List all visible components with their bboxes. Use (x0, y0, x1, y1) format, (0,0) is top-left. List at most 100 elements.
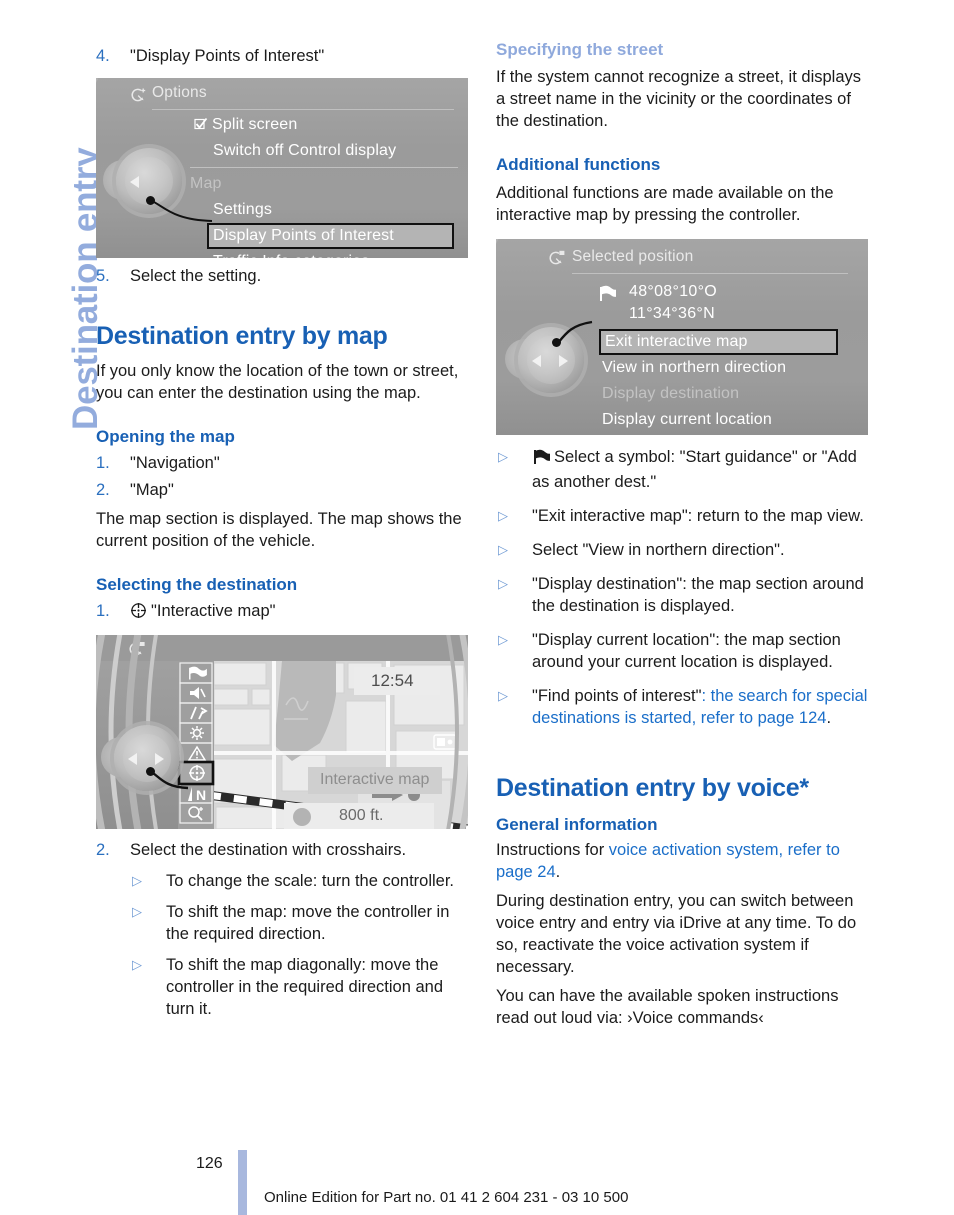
idrive-options-screenshot: Options Split screen Switch off Control … (96, 77, 468, 258)
footer-edition-note: Online Edition for Part no. 01 41 2 604 … (264, 1189, 629, 1206)
list-item: ▷ To shift the map diagonally: move the … (130, 955, 468, 1021)
bullet-list-additional-functions: ▷ Select a symbol: "Start guidance" or "… (496, 447, 868, 729)
menu-item-label: Split screen (212, 115, 298, 133)
general-information-paragraph-3: You can have the available spoken instru… (496, 986, 839, 1027)
triangle-bullet-icon: ▷ (132, 903, 142, 919)
flag-waypoint-icon (532, 449, 553, 472)
menu-item-settings[interactable]: Settings (194, 197, 458, 223)
step-text: "Navigation" (130, 453, 220, 472)
knob-left-arrow-icon (128, 752, 137, 765)
triangle-bullet-icon: ▷ (498, 542, 508, 558)
idrive-controller-knob[interactable] (103, 146, 182, 220)
map-controller-knob[interactable] (101, 723, 180, 797)
idrive-menu: Exit interactive map View in northern di… (599, 329, 852, 435)
list-item: 1. "Navigation" (96, 453, 468, 475)
list-item: 5. Select the setting. (96, 266, 468, 288)
paragraph-tail-text: . (555, 862, 561, 881)
section-heading-specifying-the-street: Specifying the street (496, 40, 664, 59)
triangle-bullet-icon: ▷ (498, 576, 508, 592)
paragraph-plain-text: Instructions for (496, 840, 609, 859)
triangle-bullet-icon: ▷ (498, 632, 508, 648)
step-list-opening-the-map: 1. "Navigation" 2. "Map" (96, 453, 468, 502)
chapter-tab: Destination entry (0, 0, 105, 470)
menu-item-display-current-location[interactable]: Display current location (602, 407, 852, 433)
knob-left-arrow-icon (532, 355, 541, 368)
list-item: ▷ "Display destination": the map section… (496, 574, 868, 618)
step-number: 5. (96, 266, 110, 285)
bullet-text: To change the scale: turn the controller… (166, 871, 455, 890)
page-title-destination-entry-by-map: Destination entry by map (96, 321, 388, 350)
list-item: ▷ "Display current location": the map se… (496, 630, 868, 674)
menu-item-exit-interactive-map[interactable]: Exit interactive map (599, 329, 838, 356)
menu-item-display-points-of-interest[interactable]: Display Points of Interest (207, 222, 454, 249)
bullet-list-map-controls: ▷ To change the scale: turn the controll… (130, 871, 468, 1021)
section-heading-additional-functions: Additional functions (496, 155, 661, 175)
step-list-options: 4. "Display Points of Interest" (96, 46, 468, 68)
knob-right-arrow-icon (559, 355, 568, 368)
menu-divider (190, 166, 458, 168)
page-title-destination-entry-by-voice: Destination entry by voice* (496, 773, 809, 802)
map-clock: 12:54 (371, 670, 414, 690)
list-item: 2. "Map" (96, 480, 468, 502)
callout-dot (146, 195, 155, 205)
step-text: "Interactive map" (151, 602, 276, 621)
checkbox-checked-icon[interactable] (194, 114, 208, 140)
triangle-bullet-icon: ▷ (498, 508, 508, 524)
menu-item-view-in-northern-direction[interactable]: View in northern direction (602, 355, 852, 381)
section-heading-selecting-the-destination: Selecting the destination (96, 574, 298, 594)
intro-paragraph: If you only know the location of the tow… (96, 361, 459, 402)
step-number: 1. (96, 602, 110, 621)
flag-waypoint-icon (598, 285, 619, 302)
menu-item-find-points-of-interest[interactable]: Find points of interest (602, 433, 852, 435)
section-heading-opening-the-map: Opening the map (96, 426, 235, 446)
bullet-text: "Display destination": the map section a… (532, 575, 864, 616)
list-item: 4. "Display Points of Interest" (96, 46, 468, 68)
bullet-text: "Display current location": the map sect… (532, 631, 841, 672)
step-number: 1. (96, 453, 110, 472)
menu-item-traffic-info-categories[interactable]: Traffic Info categories (194, 249, 458, 258)
bullet-text: To shift the map: move the controller in… (166, 902, 450, 943)
menu-group-map: Map (190, 174, 222, 192)
step-text: "Map" (130, 480, 174, 499)
menu-item-switch-off-control-display[interactable]: Switch off Control display (194, 138, 458, 164)
list-item: ▷ Select a symbol: "Start guidance" or "… (496, 447, 868, 494)
step-number: 4. (96, 47, 110, 65)
crosshair-icon (130, 602, 147, 626)
additional-functions-body: Additional functions are made available … (496, 183, 834, 224)
step-list-setting: 5. Select the setting. (96, 266, 468, 288)
bullet-text: To shift the map diagonally: move the co… (166, 955, 443, 1018)
map-scale-label: 800 ft. (339, 806, 384, 824)
map-tooltip-interactive-map: Interactive map (320, 770, 430, 788)
list-item: ▷ "Find points of interest": the search … (496, 686, 868, 730)
idrive-title: Options (152, 83, 207, 101)
list-item: 1. "Interactive map" (96, 601, 468, 626)
step-number: 2. (96, 840, 110, 859)
menu-item-split-screen[interactable]: Split screen (194, 112, 458, 138)
section-heading-general-information: General information (496, 814, 658, 834)
bullet-text: Select "View in northern direction". (532, 541, 785, 560)
bullet-text-plain: "Find points of interest" (532, 686, 702, 705)
idrive-controller-knob[interactable] (505, 325, 584, 399)
list-item: ▷ To shift the map: move the controller … (130, 902, 468, 946)
list-item: 2. Select the destination with crosshair… (96, 840, 468, 862)
step-list-select-destination: 2. Select the destination with crosshair… (96, 840, 468, 862)
idrive-menu: Split screen Switch off Control display … (190, 112, 458, 258)
interactive-map-screenshot: N 12:54 Interactive map 800 ft. (96, 634, 468, 829)
left-column: 4. "Display Points of Interest" Options (96, 40, 468, 1021)
coordinate-line-1: 48°08°10°O (629, 283, 718, 301)
step-text: Select the setting. (130, 266, 262, 285)
footer-accent-bar (238, 1150, 247, 1215)
idrive-selected-position-screenshot: Selected position 48°08°10°O 11°34°36°N … (496, 239, 868, 436)
triangle-bullet-icon: ▷ (498, 687, 508, 703)
idrive-map-icon (548, 250, 565, 266)
step-text: "Display Points of Interest" (130, 47, 325, 65)
coordinate-line-2: 11°34°36°N (629, 305, 715, 323)
triangle-bullet-icon: ▷ (132, 956, 142, 972)
general-information-paragraph-2: During destination entry, you can switch… (496, 891, 857, 976)
page-number: 126 (196, 1155, 223, 1172)
opening-the-map-note: The map section is displayed. The map sh… (96, 509, 462, 550)
step-text: Select the destination with crosshairs. (130, 840, 407, 859)
menu-item-display-destination: Display destination (602, 385, 740, 403)
specifying-the-street-body: If the system cannot recognize a street,… (496, 68, 862, 131)
list-item: ▷ To change the scale: turn the controll… (130, 871, 468, 893)
